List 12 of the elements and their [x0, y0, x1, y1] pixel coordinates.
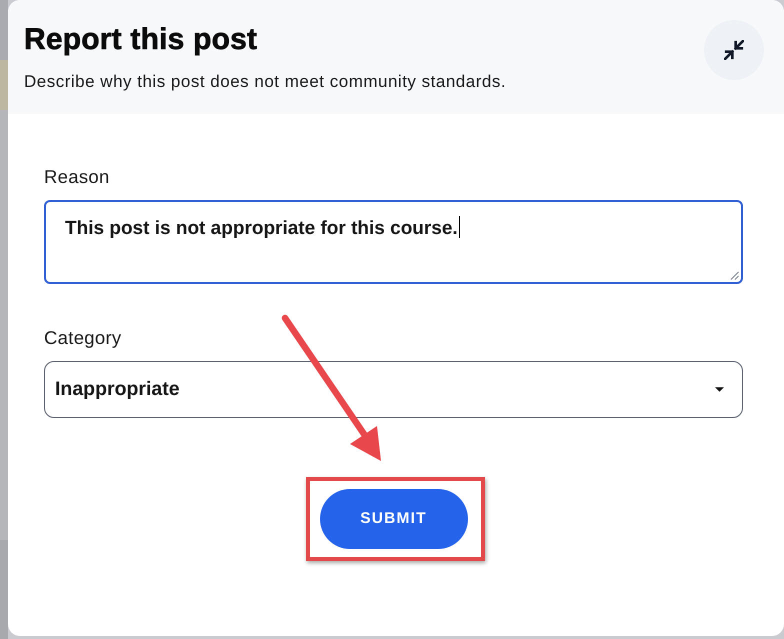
dialog-subtitle: Describe why this post does not meet community standards. [24, 71, 506, 93]
select-value: Inappropriate [55, 378, 180, 401]
category-select[interactable]: Inappropriate [44, 361, 743, 418]
collapse-icon [724, 40, 744, 60]
field-label: Reason [44, 166, 110, 188]
submit-button[interactable]: SUBMIT [320, 489, 468, 549]
text-cursor [458, 216, 460, 238]
reason-textarea[interactable]: This post is not appropriate for this course. [44, 200, 743, 284]
dialog-title: Report this post [24, 22, 258, 58]
dropdown-caret-icon [715, 387, 724, 392]
resize-grip-icon[interactable] [730, 271, 739, 280]
field-label: Category [44, 327, 122, 349]
